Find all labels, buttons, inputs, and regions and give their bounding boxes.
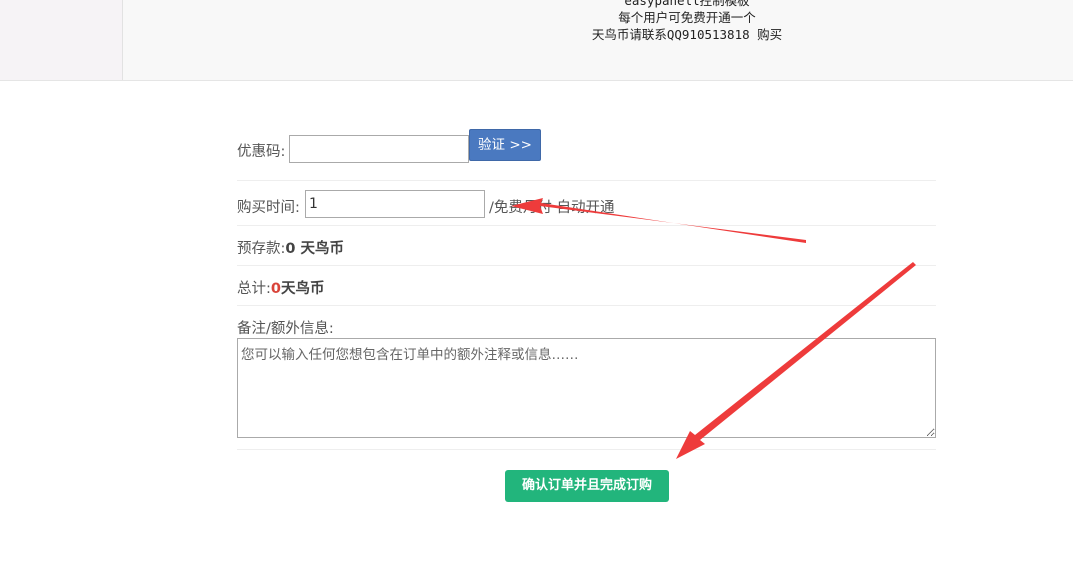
product-desc-line: 天鸟币请联系QQ910513818 购买	[591, 27, 783, 42]
balance-line: 预存款:0 天鸟币	[237, 237, 344, 258]
promo-code-input[interactable]	[289, 135, 469, 163]
purchase-time-input[interactable]	[305, 190, 485, 218]
balance-value: 0 天鸟币	[285, 241, 345, 257]
balance-row: 预存款:0 天鸟币	[237, 226, 936, 266]
total-row: 总计:0天鸟币	[237, 266, 936, 306]
total-label: 总计:	[237, 281, 271, 297]
promo-label: 优惠码:	[237, 144, 286, 160]
product-description: easypanell控制模板 每个用户可免费开通一个 天鸟币请联系QQ91051…	[530, 0, 844, 43]
total-unit: 天鸟币	[280, 281, 325, 297]
promo-row: 优惠码: 验证 >>	[237, 120, 936, 181]
top-bar: easypanell控制模板 每个用户可免费开通一个 天鸟币请联系QQ91051…	[0, 0, 1073, 81]
product-desc-line: 每个用户可免费开通一个	[618, 10, 756, 25]
total-line: 总计:0天鸟币	[237, 277, 324, 298]
balance-label: 预存款:	[237, 241, 286, 257]
left-panel	[0, 0, 123, 80]
notes-label: 备注/额外信息:	[237, 321, 334, 337]
purchase-time-label: 购买时间:	[237, 200, 300, 216]
notes-textarea[interactable]	[237, 338, 936, 438]
order-form: 优惠码: 验证 >> 购买时间: /免费月付 自动开通 预存款:0 天鸟币 总计…	[237, 120, 936, 450]
purchase-time-row: 购买时间: /免费月付 自动开通	[237, 181, 936, 226]
verify-button[interactable]: 验证 >>	[469, 129, 541, 161]
confirm-order-button[interactable]: 确认订单并且完成订购	[505, 470, 669, 502]
notes-row: 备注/额外信息:	[237, 306, 936, 450]
total-amount: 0	[270, 281, 281, 297]
purchase-time-suffix: /免费月付 自动开通	[489, 200, 615, 216]
product-desc-line: easypanell控制模板	[624, 0, 750, 8]
